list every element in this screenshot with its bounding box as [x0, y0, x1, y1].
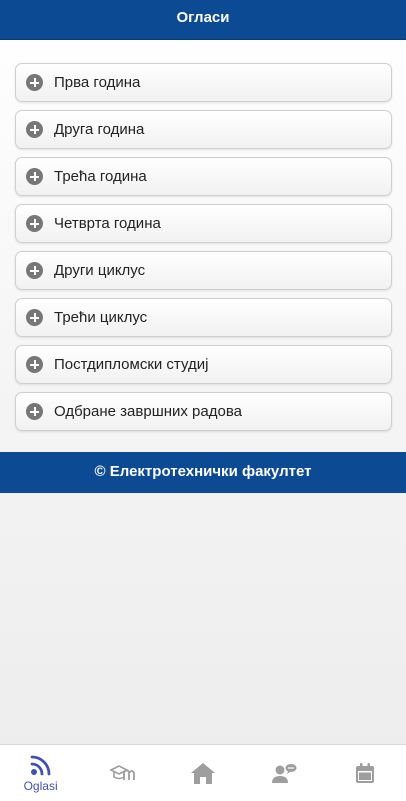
menu-item-label: Други циклус [54, 262, 146, 279]
page-footer: © Електротехнички факултет [0, 452, 406, 493]
menu-item-label: Одбране завршних радова [54, 403, 242, 420]
plus-circle-icon [26, 121, 43, 138]
menu-item-odbrane-zavrsnih-radova[interactable]: Одбране завршних радова [15, 392, 392, 431]
menu-item-label: Четврта година [54, 215, 161, 232]
plus-circle-icon [26, 356, 43, 373]
menu-item-cetvrta-godina[interactable]: Четврта година [15, 204, 392, 243]
menu-item-label: Друга година [54, 121, 145, 138]
menu-item-label: Прва година [54, 74, 141, 91]
tab-home[interactable] [162, 745, 243, 801]
menu-item-postdiplomski-studij[interactable]: Постдипломски студиј [15, 345, 392, 384]
menu-item-prva-godina[interactable]: Прва година [15, 63, 392, 102]
calendar-icon [356, 763, 375, 783]
tab-school[interactable] [81, 745, 162, 801]
plus-circle-icon [26, 215, 43, 232]
menu-item-druga-godina[interactable]: Друга година [15, 110, 392, 149]
tab-oglasi[interactable]: Oglasi [0, 745, 81, 801]
bottom-tab-bar: Oglasi [0, 744, 406, 801]
tab-contacts[interactable] [244, 745, 325, 801]
plus-circle-icon [26, 309, 43, 326]
menu-item-drugi-ciklus[interactable]: Други циклус [15, 251, 392, 290]
menu-item-label: Трећи циклус [54, 309, 148, 326]
page-title: Огласи [176, 9, 230, 26]
copyright-text: © Електротехнички факултет [94, 463, 312, 480]
menu-item-treci-ciklus[interactable]: Трећи циклус [15, 298, 392, 337]
tab-label: Oglasi [23, 779, 58, 793]
user-chat-icon [272, 764, 297, 783]
menu-item-label: Трећа година [54, 168, 147, 185]
tab-calendar[interactable] [325, 745, 406, 801]
plus-circle-icon [26, 168, 43, 185]
plus-circle-icon [26, 262, 43, 279]
year-list: Прва година Друга година Трећа година Че… [15, 63, 392, 439]
plus-circle-icon [26, 74, 43, 91]
school-icon [109, 765, 135, 780]
menu-item-treca-godina[interactable]: Трећа година [15, 157, 392, 196]
rss-icon [30, 755, 50, 776]
home-icon [191, 763, 215, 784]
menu-item-label: Постдипломски студиј [54, 356, 209, 373]
app-header: Огласи [0, 0, 406, 40]
plus-circle-icon [26, 403, 43, 420]
